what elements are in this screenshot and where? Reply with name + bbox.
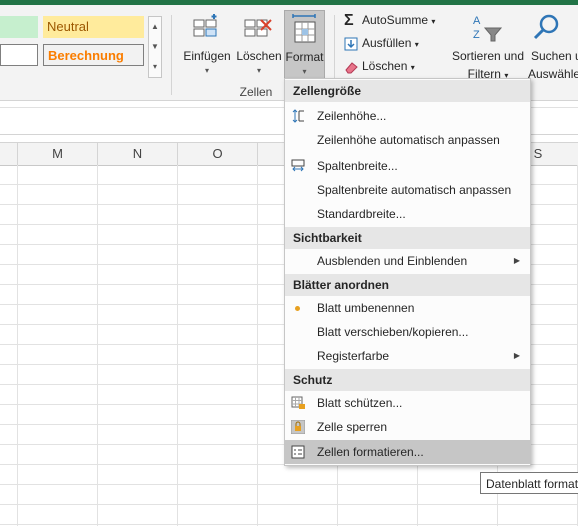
chevron-down-icon: ▾	[204, 66, 209, 75]
chevron-down-icon: ▾	[256, 66, 261, 75]
menu-item-label: Registerfarbe	[317, 349, 390, 363]
fill-down-icon	[344, 37, 358, 51]
format-dropdown-menu: Zellengröße Zeilenhöhe... Zeilenhöhe aut…	[284, 78, 531, 466]
format-cells-icon	[291, 445, 305, 459]
menu-item-label: Standardbreite...	[317, 207, 406, 221]
menu-section-header: Blätter anordnen	[285, 274, 530, 296]
clear-label: Löschen	[362, 59, 408, 73]
menu-item-label: Blatt umbenennen	[317, 301, 415, 315]
lock-cell-icon	[291, 420, 305, 434]
menu-item-protect-sheet[interactable]: Blatt schützen...	[285, 391, 530, 415]
svg-text:Z: Z	[473, 29, 480, 41]
menu-section-header: Sichtbarkeit	[285, 227, 530, 249]
gallery-more-icon[interactable]: ▾	[149, 57, 161, 77]
sort-filter-icon: A Z	[473, 15, 503, 42]
menu-item-label: Spaltenbreite...	[317, 159, 398, 173]
autosum-label: AutoSumme	[362, 13, 429, 27]
cells-group-label: Zellen	[239, 85, 273, 99]
menu-item-row-height[interactable]: Zeilenhöhe...	[285, 104, 530, 128]
sort-label-1: Sortieren und	[451, 49, 525, 63]
format-button[interactable]: Format ▾	[284, 10, 325, 80]
scroll-up-icon[interactable]: ▲	[149, 17, 161, 37]
find-select-button[interactable]: Suchen u Auswähle	[528, 10, 578, 81]
style-standard-cell[interactable]	[0, 44, 38, 66]
chevron-down-icon: ▾	[410, 63, 415, 72]
menu-item-move-copy-sheet[interactable]: Blatt verschieben/kopieren...	[285, 320, 530, 344]
find-label-1: Suchen u	[531, 49, 578, 63]
menu-item-label: Blatt verschieben/kopieren...	[317, 325, 469, 339]
delete-cells-icon	[244, 19, 272, 37]
menu-section-header: Zellengröße	[285, 80, 530, 102]
eraser-icon	[345, 62, 358, 74]
menu-item-lock-cell[interactable]: Zelle sperren	[285, 415, 530, 439]
menu-item-hide-unhide[interactable]: Ausblenden und Einblenden ▶	[285, 249, 530, 273]
ribbon-separator	[171, 15, 172, 95]
bullet-icon	[295, 306, 300, 311]
menu-item-label: Zeilenhöhe automatisch anpassen	[317, 133, 500, 147]
sigma-icon: Σ	[344, 11, 354, 29]
menu-item-label: Spaltenbreite automatisch anpassen	[317, 183, 512, 197]
styles-gallery-scroller[interactable]: ▲ ▼ ▾	[148, 16, 162, 78]
row-height-icon	[292, 109, 304, 123]
autosum-button[interactable]: Σ AutoSumme ▾	[344, 10, 435, 30]
svg-text:A: A	[473, 15, 481, 27]
menu-item-label: Blatt schützen...	[317, 396, 403, 410]
chevron-down-icon: ▾	[414, 40, 419, 49]
insert-label: Einfügen	[183, 49, 231, 63]
menu-item-label: Zeilenhöhe...	[317, 109, 387, 123]
menu-item-default-width[interactable]: Standardbreite...	[285, 202, 530, 226]
find-label-2: Auswähle	[528, 67, 578, 81]
menu-section-header: Schutz	[285, 369, 530, 391]
submenu-arrow-icon: ▶	[513, 256, 520, 265]
insert-cells-icon	[193, 14, 217, 37]
sort-filter-button[interactable]: A Z Sortieren und Filtern ▾	[448, 10, 528, 81]
style-good-cell[interactable]	[0, 16, 38, 38]
delete-label: Löschen	[236, 49, 282, 63]
menu-item-label: Ausblenden und Einblenden	[317, 254, 468, 268]
menu-item-label: Zelle sperren	[317, 420, 388, 434]
menu-item-autofit-row[interactable]: Zeilenhöhe automatisch anpassen	[285, 128, 530, 152]
delete-button[interactable]: Löschen ▾	[234, 10, 284, 76]
magnifier-icon	[533, 14, 559, 40]
chevron-down-icon: ▾	[431, 17, 436, 26]
menu-item-tab-color[interactable]: Registerfarbe ▶	[285, 344, 530, 368]
submenu-arrow-icon: ▶	[513, 351, 520, 360]
column-header-n[interactable]: N	[98, 143, 178, 165]
tooltip: Datenblatt format	[480, 472, 578, 494]
menu-item-label: Zellen formatieren...	[317, 445, 424, 459]
menu-item-format-cells[interactable]: Zellen formatieren...	[285, 440, 530, 464]
menu-item-rename-sheet[interactable]: Blatt umbenennen	[285, 296, 530, 320]
insert-button[interactable]: Einfügen ▾	[180, 10, 234, 76]
format-cells-icon	[292, 14, 316, 43]
menu-item-column-width[interactable]: Spaltenbreite...	[285, 154, 530, 178]
column-width-icon	[291, 159, 305, 172]
clear-button[interactable]: Löschen ▾	[344, 56, 415, 76]
format-label: Format	[285, 50, 324, 64]
style-berechnung-cell[interactable]: Berechnung	[43, 44, 144, 66]
fill-label: Ausfüllen	[362, 36, 412, 50]
menu-item-autofit-column[interactable]: Spaltenbreite automatisch anpassen	[285, 178, 530, 202]
protect-sheet-icon	[291, 396, 305, 409]
fill-button[interactable]: Ausfüllen ▾	[344, 33, 419, 53]
chevron-down-icon: ▾	[302, 67, 307, 76]
column-header-m[interactable]: M	[18, 143, 98, 165]
style-neutral-cell[interactable]: Neutral	[43, 16, 144, 38]
column-header-o[interactable]: O	[178, 143, 258, 165]
column-header-partial[interactable]	[0, 143, 18, 165]
scroll-down-icon[interactable]: ▼	[149, 37, 161, 57]
